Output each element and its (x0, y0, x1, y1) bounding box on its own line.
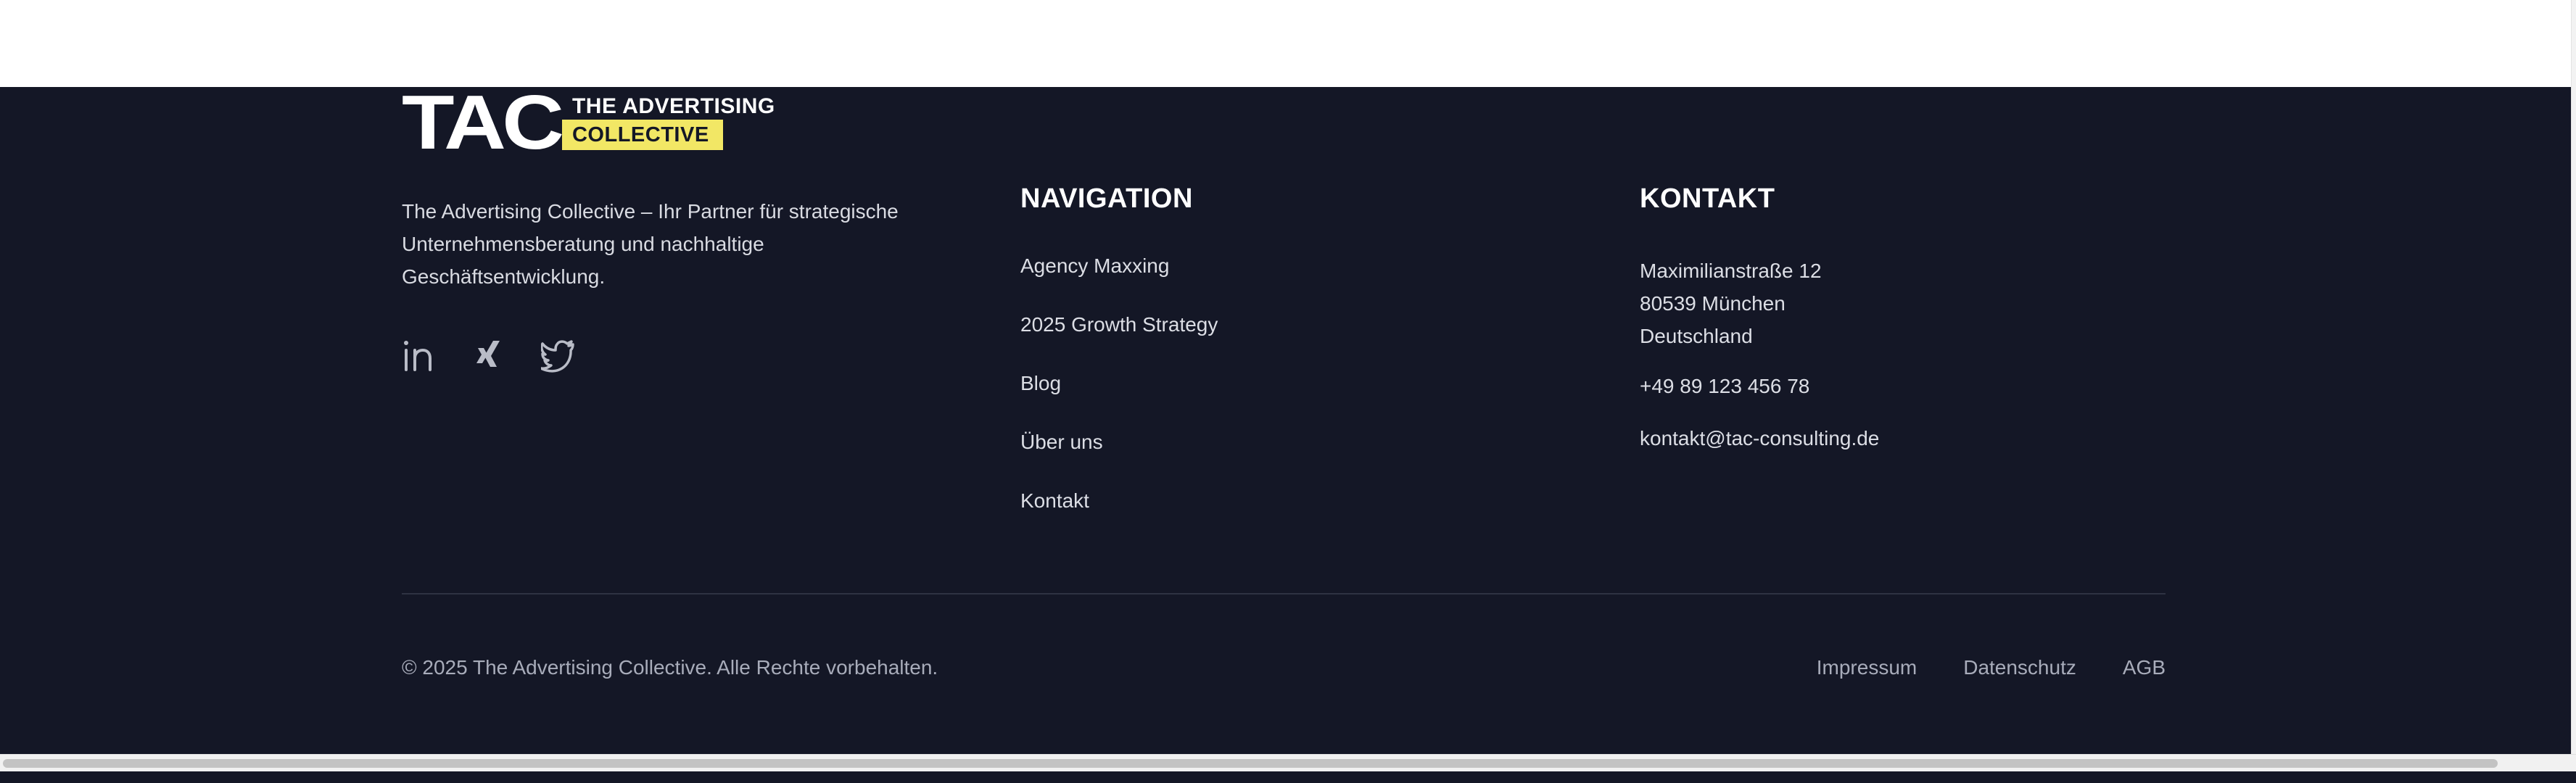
linkedin-icon[interactable] (402, 338, 437, 373)
nav-link-growth-strategy[interactable]: 2025 Growth Strategy (1020, 312, 1218, 371)
page-content-area (0, 0, 2571, 87)
address-street: Maximilianstraße 12 (1640, 260, 1822, 282)
navigation-heading: NAVIGATION (1020, 183, 1193, 214)
agb-link[interactable]: AGB (2123, 655, 2166, 680)
impressum-link[interactable]: Impressum (1817, 655, 1917, 680)
footer-contact: KONTAKT Maximilianstraße 12 80539 Münche… (1640, 184, 1879, 451)
footer-navigation: NAVIGATION Agency Maxxing 2025 Growth St… (1020, 184, 1218, 547)
datenschutz-link[interactable]: Datenschutz (1963, 655, 2076, 680)
vertical-scrollbar[interactable] (2571, 0, 2576, 754)
horizontal-scrollbar-thumb[interactable] (3, 759, 2498, 768)
twitter-icon[interactable] (541, 338, 576, 373)
logo-mark: TAC (402, 80, 564, 165)
nav-link-ueber-uns[interactable]: Über uns (1020, 430, 1218, 489)
footer-bottom-edge (0, 771, 2576, 783)
brand-description: The Advertising Collective – Ihr Partner… (402, 200, 899, 288)
horizontal-scrollbar[interactable] (0, 754, 2576, 771)
contact-heading: KONTAKT (1640, 183, 1775, 214)
logo-line-2: COLLECTIVE (561, 120, 723, 150)
copyright-text: © 2025 The Advertising Collective. Alle … (402, 656, 938, 679)
site-footer (0, 87, 2571, 754)
footer-divider (402, 593, 2166, 594)
logo-wordmark: THE ADVERTISING COLLECTIVE (561, 94, 775, 150)
xing-icon[interactable] (471, 338, 506, 373)
address-country: Deutschland (1640, 325, 1753, 347)
legal-links: Impressum Datenschutz AGB (1817, 655, 2166, 680)
nav-link-kontakt[interactable]: Kontakt (1020, 489, 1218, 547)
nav-link-agency-maxxing[interactable]: Agency Maxxing (1020, 254, 1218, 312)
contact-email-link[interactable]: kontakt@tac-consulting.de (1640, 426, 1879, 451)
nav-link-blog[interactable]: Blog (1020, 371, 1218, 430)
tac-logo[interactable]: TAC THE ADVERTISING COLLECTIVE (402, 80, 924, 165)
footer-brand: TAC THE ADVERTISING COLLECTIVE The Adver… (402, 80, 924, 373)
navigation-list: Agency Maxxing 2025 Growth Strategy Blog… (1020, 254, 1218, 547)
contact-phone-link[interactable]: +49 89 123 456 78 (1640, 374, 1879, 399)
logo-line-1: THE ADVERTISING (571, 94, 775, 118)
contact-address: Maximilianstraße 12 80539 München Deutsc… (1640, 254, 1879, 352)
address-city: 80539 München (1640, 292, 1786, 315)
social-links (402, 338, 924, 373)
